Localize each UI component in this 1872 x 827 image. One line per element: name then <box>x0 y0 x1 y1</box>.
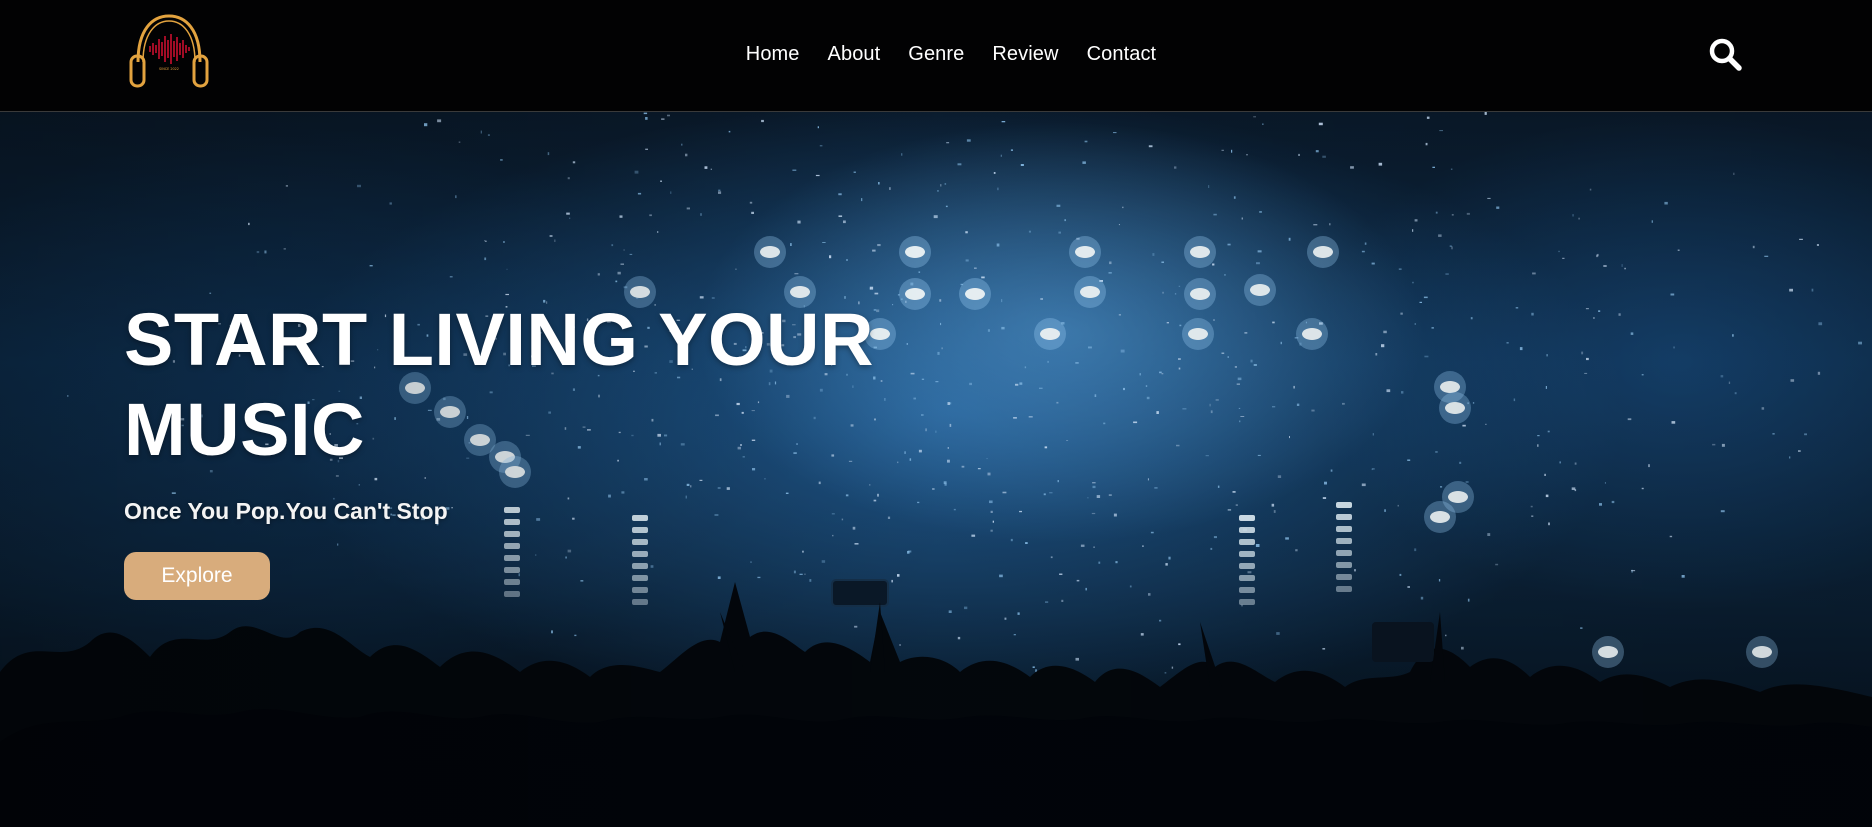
hero-title-line2: MUSIC <box>124 388 365 471</box>
site-header: SINCE 2022 Home About Genre Review Conta… <box>0 0 1872 112</box>
nav-home[interactable]: Home <box>746 43 800 66</box>
explore-button[interactable]: Explore <box>124 552 270 600</box>
hero-title-line1: START LIVING YOUR <box>124 298 874 381</box>
hero-subtitle: Once You Pop.You Can't Stop <box>124 498 448 524</box>
nav-contact[interactable]: Contact <box>1087 43 1157 66</box>
nav-about[interactable]: About <box>828 43 881 66</box>
hero-section: START LIVING YOUR MUSIC Once You Pop.You… <box>0 112 1872 827</box>
hero-title: START LIVING YOUR MUSIC <box>124 295 884 475</box>
nav-review[interactable]: Review <box>992 43 1058 66</box>
main-nav: Home About Genre Review Contact <box>0 0 1872 108</box>
hero-content: START LIVING YOUR MUSIC Once You Pop.You… <box>124 295 884 600</box>
search-icon[interactable] <box>1707 36 1743 72</box>
nav-genre[interactable]: Genre <box>908 43 964 66</box>
